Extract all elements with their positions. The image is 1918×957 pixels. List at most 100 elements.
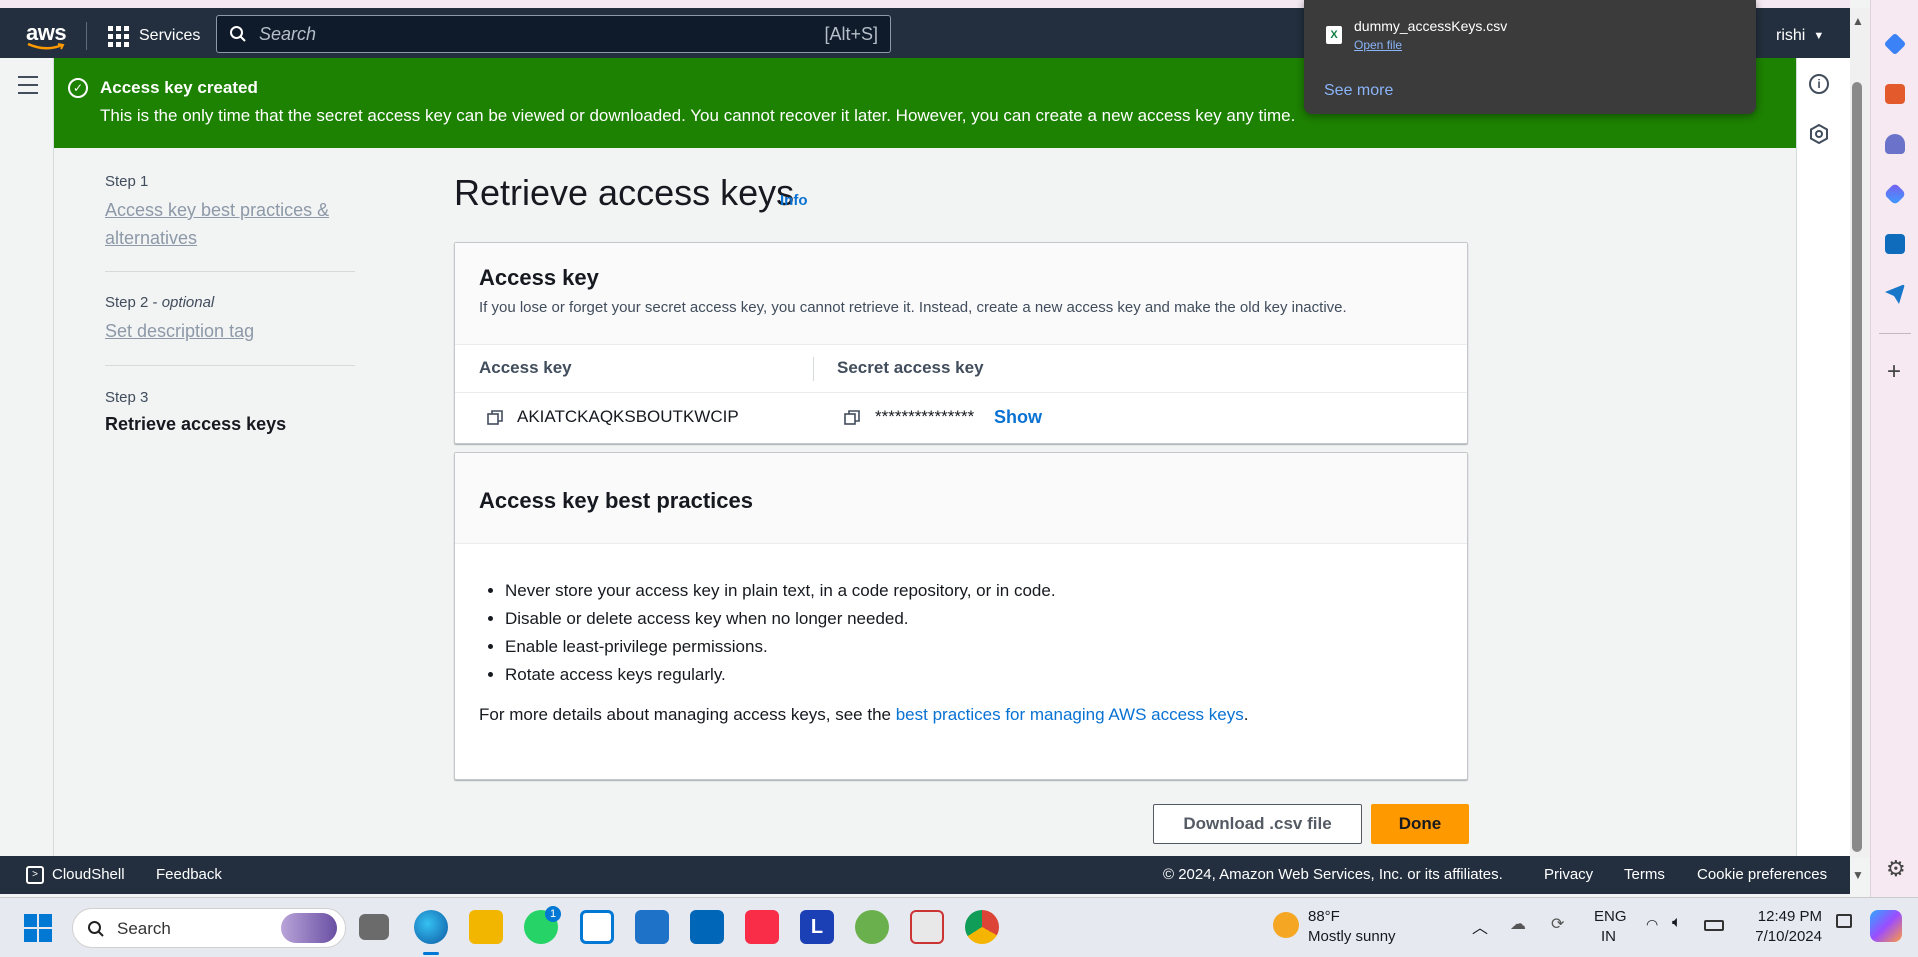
user-name: rishi: [1776, 27, 1806, 44]
weather-icon[interactable]: [1273, 912, 1299, 938]
copy-icon[interactable]: [844, 410, 860, 426]
taskbar-search[interactable]: Search: [72, 908, 346, 948]
column-divider: [813, 357, 814, 381]
nav-divider: [86, 22, 87, 50]
key-table-header: Access key Secret access key: [455, 345, 1467, 393]
access-key-description: If you lose or forget your secret access…: [479, 299, 1347, 316]
clock-date[interactable]: 7/10/2024: [1746, 928, 1822, 945]
notification-icon[interactable]: [1836, 914, 1852, 928]
list-item: Rotate access keys regularly.: [505, 661, 1467, 689]
scroll-down-icon[interactable]: ▼: [1852, 868, 1864, 882]
user-menu-button[interactable]: rishi ▼: [1776, 22, 1824, 50]
cookie-preferences-link[interactable]: Cookie preferences: [1697, 866, 1827, 883]
copilot-taskbar-icon[interactable]: [1870, 910, 1902, 942]
step-2-link[interactable]: Set description tag: [105, 317, 345, 345]
wifi-icon[interactable]: ◠: [1646, 916, 1658, 933]
download-popup: X dummy_accessKeys.csv Open file See mor…: [1304, 0, 1756, 114]
more-details-text: For more details about managing access k…: [455, 689, 1467, 725]
col-secret-key: Secret access key: [837, 358, 984, 377]
tag-icon[interactable]: [1883, 32, 1907, 56]
taskbar-search-label: Search: [117, 919, 171, 938]
weather-temp: 88°F: [1308, 908, 1340, 925]
list-item: Disable or delete access key when no lon…: [505, 605, 1467, 633]
microsoft-store-icon[interactable]: [580, 910, 614, 944]
services-menu-button[interactable]: Services: [108, 22, 200, 50]
open-file-link[interactable]: Open file: [1354, 38, 1402, 52]
see-more-link[interactable]: See more: [1324, 82, 1393, 100]
excel-file-icon: X: [1326, 26, 1342, 44]
search-highlight-image: [281, 913, 337, 943]
cloudshell-icon[interactable]: >: [26, 866, 44, 884]
access-key-value: AKIATCKAQKSBOUTKWCIP: [517, 407, 739, 426]
show-secret-link[interactable]: Show: [994, 407, 1042, 428]
cloud-offline-icon[interactable]: ☁: [1510, 914, 1526, 934]
snipping-tool-icon[interactable]: [910, 910, 944, 944]
info-link[interactable]: Info: [780, 192, 808, 209]
terms-link[interactable]: Terms: [1624, 866, 1665, 883]
windows-taskbar: Search 1 L 88°F Mostly sunny ︿ ☁ ⟳ ENG I…: [0, 897, 1918, 957]
copy-icon[interactable]: [487, 410, 503, 426]
access-key-card-header: Access key If you lose or forget your se…: [455, 243, 1467, 345]
task-view-icon[interactable]: [359, 914, 389, 940]
check-circle-icon: ✓: [68, 78, 88, 98]
step-3-label: Step 3: [105, 389, 149, 406]
sync-icon[interactable]: ⟳: [1551, 914, 1564, 934]
secret-key-masked: ***************: [875, 407, 975, 426]
battery-icon[interactable]: [1704, 920, 1724, 931]
search-icon: [230, 26, 246, 42]
key-table-row: AKIATCKAQKSBOUTKWCIP *************** Sho…: [455, 393, 1467, 443]
scroll-up-icon[interactable]: ▲: [1852, 14, 1864, 28]
feedback-link[interactable]: Feedback: [156, 866, 222, 883]
chrome-icon[interactable]: [965, 910, 999, 944]
send-icon[interactable]: [1885, 284, 1905, 304]
info-icon[interactable]: i: [1809, 74, 1829, 94]
edge-browser-icon[interactable]: [414, 910, 448, 944]
side-navigation-strip: [0, 58, 54, 856]
best-practices-heading: Access key best practices: [479, 488, 753, 513]
windows-start-icon[interactable]: [24, 914, 52, 942]
music-icon[interactable]: [745, 910, 779, 944]
flash-message: This is the only time that the secret ac…: [100, 106, 1296, 125]
chevron-up-icon[interactable]: ︿: [1472, 914, 1488, 938]
app-a-icon[interactable]: [635, 910, 669, 944]
page-title: Retrieve access keys: [454, 172, 795, 213]
step-divider: [105, 271, 355, 272]
list-item: Enable least-privilege permissions.: [505, 633, 1467, 661]
search-shortcut: [Alt+S]: [824, 23, 878, 44]
vscode-icon[interactable]: [690, 910, 724, 944]
cloudshell-link[interactable]: CloudShell: [52, 866, 125, 883]
chess-icon[interactable]: [1885, 134, 1905, 154]
done-button[interactable]: Done: [1371, 804, 1469, 844]
app-l-icon[interactable]: L: [800, 910, 834, 944]
whatsapp-badge: 1: [545, 906, 561, 922]
download-csv-button[interactable]: Download .csv file: [1153, 804, 1362, 844]
privacy-link[interactable]: Privacy: [1544, 866, 1593, 883]
search-input[interactable]: Search [Alt+S]: [216, 15, 891, 53]
scrollbar-thumb[interactable]: [1852, 82, 1862, 852]
flash-title: Access key created: [100, 78, 258, 97]
add-icon[interactable]: +: [1887, 358, 1901, 386]
sidebar-divider: [1879, 333, 1911, 334]
outlook-icon[interactable]: [1885, 234, 1905, 254]
download-filename[interactable]: dummy_accessKeys.csv: [1354, 18, 1507, 34]
console-footer: > CloudShell Feedback © 2024, Amazon Web…: [0, 856, 1850, 894]
hexagon-icon[interactable]: [1809, 124, 1829, 144]
best-practices-link[interactable]: best practices for managing AWS access k…: [896, 705, 1244, 724]
menu-icon[interactable]: [18, 76, 38, 94]
access-key-card: Access key If you lose or forget your se…: [454, 242, 1468, 444]
settings-icon[interactable]: ⚙: [1886, 856, 1906, 882]
list-item: Never store your access key in plain tex…: [505, 577, 1467, 605]
language-line-1[interactable]: ENG: [1594, 908, 1627, 925]
col-access-key: Access key: [479, 358, 572, 377]
step-2-label: Step 2 - optional: [105, 294, 215, 311]
clock-time[interactable]: 12:49 PM: [1752, 908, 1822, 925]
copilot-icon[interactable]: [1883, 182, 1907, 206]
utorrent-icon[interactable]: [855, 910, 889, 944]
file-explorer-icon[interactable]: [469, 910, 503, 944]
step-1-link[interactable]: Access key best practices & alternatives: [105, 196, 345, 252]
aws-smile-icon: [27, 42, 65, 50]
language-line-2[interactable]: IN: [1601, 928, 1616, 945]
search-placeholder: Search: [259, 23, 317, 44]
toolbox-icon[interactable]: [1885, 84, 1905, 104]
volume-icon[interactable]: 🔈︎: [1672, 914, 1682, 932]
